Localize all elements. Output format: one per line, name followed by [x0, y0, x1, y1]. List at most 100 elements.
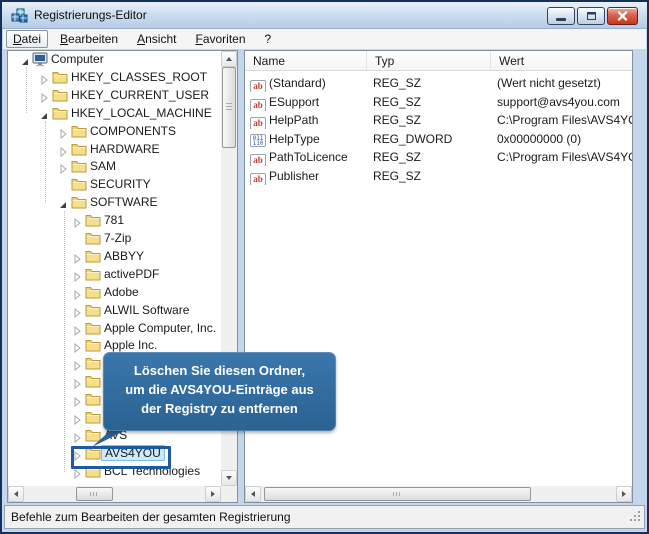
- value-row-helptype[interactable]: 011 110 HelpType REG_DWORD 0x00000000 (0): [245, 130, 632, 148]
- expand-icon[interactable]: [59, 126, 69, 139]
- tree-item-security[interactable]: SECURITY: [8, 175, 221, 193]
- tree-item-apple-computer-inc[interactable]: Apple Computer, Inc.: [8, 319, 221, 337]
- tree-item-label: Apple Inc.: [104, 338, 158, 353]
- menu-item-ansicht[interactable]: Ansicht: [130, 30, 183, 48]
- value-row-standard[interactable]: ab (Standard) REG_SZ (Wert nicht gesetzt): [245, 74, 632, 92]
- horizontal-scroll-thumb[interactable]: [76, 487, 113, 501]
- scroll-down-button[interactable]: [221, 470, 237, 486]
- expand-icon[interactable]: [73, 287, 83, 300]
- expand-icon[interactable]: [73, 251, 83, 264]
- folder-icon: [85, 356, 102, 370]
- value-name: HelpPath: [269, 113, 319, 128]
- window-title: Registrierungs-Editor: [34, 8, 147, 22]
- title-bar[interactable]: Registrierungs-Editor: [2, 2, 647, 29]
- expand-icon[interactable]: [73, 340, 83, 354]
- tree-item-label: Apple Computer, Inc.: [104, 320, 217, 335]
- arrow-right-icon: [622, 491, 626, 497]
- minimize-button[interactable]: [547, 7, 575, 25]
- expand-icon[interactable]: [73, 215, 83, 229]
- menu-item-hilfe[interactable]: ?: [258, 30, 279, 48]
- value-name: HelpType: [269, 131, 320, 146]
- value-row-publisher[interactable]: ab Publisher REG_SZ: [245, 167, 632, 185]
- arrow-left-icon: [14, 491, 18, 497]
- horizontal-scroll-thumb[interactable]: [264, 487, 531, 501]
- folder-icon: [71, 195, 88, 209]
- tree-item-label: ABBYY: [104, 248, 145, 263]
- window-controls: [547, 7, 638, 25]
- tree-item-hkey-current-user[interactable]: HKEY_CURRENT_USER: [8, 86, 221, 104]
- scroll-right-button[interactable]: [616, 486, 632, 502]
- close-button[interactable]: [607, 7, 638, 25]
- tree-item-sam[interactable]: SAM: [8, 157, 221, 175]
- regedit-window: Registrierungs-Editor Datei Bearbeiten Ans…: [0, 0, 649, 534]
- column-header-typ[interactable]: Typ: [367, 51, 491, 70]
- menu-item-datei[interactable]: Datei: [6, 30, 49, 48]
- tree-item-hardware[interactable]: HARDWARE: [8, 140, 221, 158]
- value-type: REG_SZ: [373, 94, 422, 109]
- values-panel: Name Typ Wert ab (Standard) REG_SZ (Wert nich…: [244, 50, 633, 503]
- tree-item-alwil-software[interactable]: ALWIL Software: [8, 301, 221, 319]
- expand-icon[interactable]: [73, 412, 83, 426]
- resize-grip[interactable]: [629, 510, 642, 526]
- tree-item-label: SOFTWARE: [90, 195, 158, 210]
- folder-icon: [71, 142, 88, 156]
- tree-item-label: SECURITY: [90, 177, 151, 192]
- value-data: 0x00000000 (0): [497, 131, 582, 146]
- status-text: Befehle zum Bearbeiten der gesamten Regi…: [11, 510, 291, 524]
- vertical-scroll-thumb[interactable]: [222, 67, 236, 148]
- tree-item-software[interactable]: SOFTWARE: [8, 193, 221, 211]
- tree-item-7-zip[interactable]: 7-Zip: [8, 229, 221, 247]
- folder-icon: [85, 321, 102, 335]
- value-name: PathToLicence: [269, 150, 348, 165]
- status-bar: Befehle zum Bearbeiten der gesamten Regi…: [4, 505, 645, 529]
- expand-icon[interactable]: [73, 358, 83, 372]
- value-type: REG_SZ: [373, 76, 422, 90]
- scroll-left-button[interactable]: [8, 486, 24, 502]
- tree-item-label: Adobe: [104, 284, 139, 299]
- tree-item-components[interactable]: COMPONENTS: [8, 122, 221, 140]
- reg-sz-icon: ab: [250, 98, 266, 111]
- tree-item-computer[interactable]: Computer: [8, 51, 221, 68]
- collapse-icon[interactable]: [40, 108, 50, 119]
- expand-icon[interactable]: [73, 394, 83, 408]
- folder-icon: [85, 231, 102, 245]
- expand-icon[interactable]: [73, 305, 83, 318]
- tree-item-hkey-classes-root[interactable]: HKEY_CLASSES_ROOT: [8, 68, 221, 86]
- value-row-helppath[interactable]: abHelpPath REG_SZ C:\Program Files\AVS4YOU…: [245, 111, 632, 130]
- menu-item-favoriten[interactable]: Favoriten: [188, 30, 252, 48]
- tree-item-activepdf[interactable]: activePDF: [8, 265, 221, 283]
- expand-icon[interactable]: [73, 269, 83, 282]
- folder-icon: [71, 177, 88, 191]
- folder-icon: [85, 374, 102, 388]
- expand-icon[interactable]: [59, 161, 69, 175]
- menu-item-bearbeiten[interactable]: Bearbeiten: [53, 30, 125, 48]
- tree-item-abbyy[interactable]: ABBYY: [8, 247, 221, 265]
- collapse-icon[interactable]: [21, 54, 31, 65]
- scroll-right-button[interactable]: [205, 486, 221, 502]
- expand-icon[interactable]: [73, 323, 83, 336]
- folder-icon: [52, 106, 69, 120]
- collapse-icon[interactable]: [59, 197, 69, 209]
- expand-icon[interactable]: [40, 72, 50, 85]
- folder-icon: [85, 303, 102, 317]
- expand-icon[interactable]: [73, 430, 83, 443]
- tree-item-hkey-local-machine[interactable]: HKEY_LOCAL_MACHINE: [8, 104, 221, 122]
- callout-line: um die AVS4YOU-Einträge aus: [125, 382, 314, 397]
- tree-item-adobe[interactable]: Adobe: [8, 283, 221, 301]
- tree-item-781[interactable]: 781: [8, 211, 221, 229]
- values-horizontal-scrollbar[interactable]: [245, 486, 632, 502]
- value-row-pathtolicence[interactable]: ab PathToLicence REG_SZ C:\Program Files\AV…: [245, 148, 632, 167]
- maximize-button[interactable]: [577, 7, 605, 25]
- column-header-name[interactable]: Name: [245, 51, 367, 70]
- scroll-up-button[interactable]: [221, 51, 237, 67]
- folder-icon: [85, 338, 102, 352]
- column-header-wert[interactable]: Wert: [491, 51, 632, 70]
- tree-item-label: Computer: [51, 52, 104, 66]
- tree-horizontal-scrollbar[interactable]: [8, 486, 221, 502]
- expand-icon[interactable]: [59, 144, 69, 157]
- expand-icon[interactable]: [73, 376, 83, 390]
- folder-icon: [52, 88, 69, 102]
- value-row-esupport[interactable]: ab ESupport REG_SZ support@avs4you.com: [245, 93, 632, 111]
- scroll-left-button[interactable]: [245, 486, 261, 502]
- expand-icon[interactable]: [40, 90, 50, 103]
